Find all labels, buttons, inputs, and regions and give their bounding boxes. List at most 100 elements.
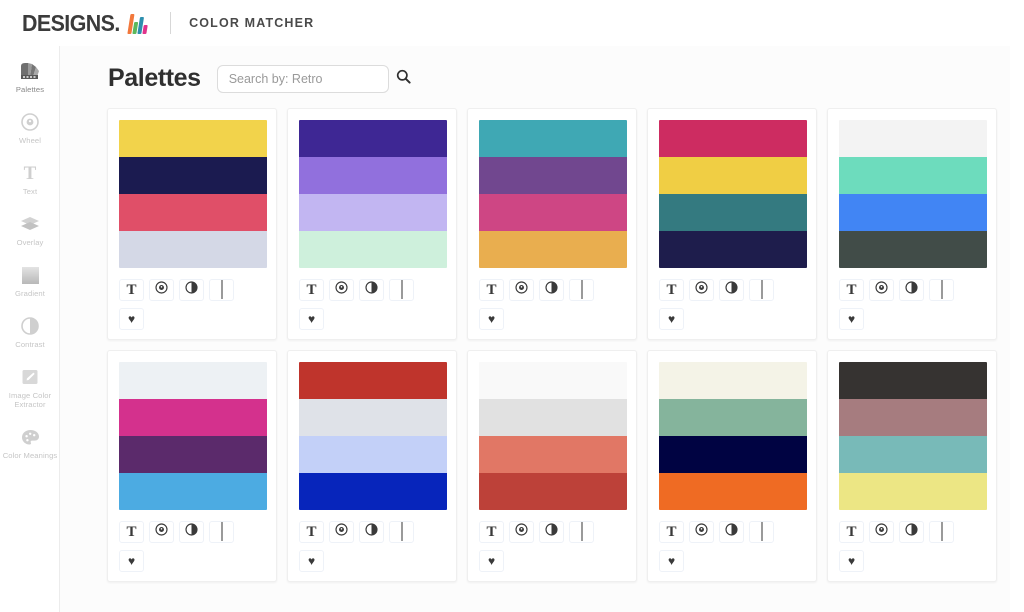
gradient-preview-action[interactable] xyxy=(389,279,414,301)
text-preview-action[interactable]: T xyxy=(119,279,144,301)
search-input[interactable] xyxy=(229,72,390,86)
favorite-button[interactable]: ♥ xyxy=(119,550,144,572)
wheel-preview-action[interactable] xyxy=(329,279,354,301)
palette-swatch[interactable] xyxy=(119,436,267,473)
palette-swatch[interactable] xyxy=(119,362,267,399)
text-preview-action[interactable]: T xyxy=(839,279,864,301)
gradient-preview-action[interactable] xyxy=(209,521,234,543)
palette-card[interactable]: T♥ xyxy=(827,350,997,582)
palette-swatch[interactable] xyxy=(839,231,987,268)
palette-swatch[interactable] xyxy=(479,194,627,231)
favorite-button[interactable]: ♥ xyxy=(659,308,684,330)
palette-swatch[interactable] xyxy=(659,194,807,231)
palette-swatch[interactable] xyxy=(119,120,267,157)
palette-swatch[interactable] xyxy=(119,231,267,268)
gradient-preview-action[interactable] xyxy=(389,521,414,543)
text-preview-action[interactable]: T xyxy=(299,279,324,301)
text-preview-action[interactable]: T xyxy=(299,521,324,543)
favorite-button[interactable]: ♥ xyxy=(299,308,324,330)
palette-swatch[interactable] xyxy=(839,436,987,473)
palette-swatch[interactable] xyxy=(299,399,447,436)
palette-card[interactable]: T♥ xyxy=(107,350,277,582)
favorite-button[interactable]: ♥ xyxy=(839,550,864,572)
palette-card[interactable]: T♥ xyxy=(467,350,637,582)
text-preview-action[interactable]: T xyxy=(839,521,864,543)
gradient-preview-action[interactable] xyxy=(749,521,774,543)
palette-swatch[interactable] xyxy=(119,473,267,510)
palette-swatch[interactable] xyxy=(479,399,627,436)
palette-swatch[interactable] xyxy=(299,120,447,157)
favorite-button[interactable]: ♥ xyxy=(479,308,504,330)
palette-swatch[interactable] xyxy=(479,120,627,157)
text-preview-action[interactable]: T xyxy=(479,279,504,301)
palette-card[interactable]: T♥ xyxy=(827,108,997,340)
sidebar-item-palettes[interactable]: Palettes xyxy=(0,60,60,94)
sidebar-item-contrast[interactable]: Contrast xyxy=(0,315,60,349)
text-preview-action[interactable]: T xyxy=(659,279,684,301)
gradient-preview-action[interactable] xyxy=(569,279,594,301)
palette-swatch[interactable] xyxy=(659,157,807,194)
wheel-preview-action[interactable] xyxy=(869,279,894,301)
text-preview-action[interactable]: T xyxy=(659,521,684,543)
palette-swatch[interactable] xyxy=(839,362,987,399)
wheel-preview-action[interactable] xyxy=(689,521,714,543)
palette-swatch[interactable] xyxy=(839,194,987,231)
palette-swatch[interactable] xyxy=(839,399,987,436)
contrast-preview-action[interactable] xyxy=(539,279,564,301)
brand-logo[interactable]: DESIGNS. xyxy=(22,10,148,37)
contrast-preview-action[interactable] xyxy=(359,279,384,301)
palette-swatch[interactable] xyxy=(299,194,447,231)
palette-swatch[interactable] xyxy=(479,231,627,268)
wheel-preview-action[interactable] xyxy=(689,279,714,301)
palette-card[interactable]: T♥ xyxy=(107,108,277,340)
palette-swatch[interactable] xyxy=(479,157,627,194)
gradient-preview-action[interactable] xyxy=(929,279,954,301)
sidebar-item-image-color-extractor[interactable]: Image Color Extractor xyxy=(0,366,60,409)
palette-swatch[interactable] xyxy=(659,436,807,473)
wheel-preview-action[interactable] xyxy=(329,521,354,543)
contrast-preview-action[interactable] xyxy=(899,279,924,301)
sidebar-item-text[interactable]: T Text xyxy=(0,162,60,196)
palette-card[interactable]: T♥ xyxy=(647,108,817,340)
contrast-preview-action[interactable] xyxy=(539,521,564,543)
contrast-preview-action[interactable] xyxy=(719,521,744,543)
sidebar-item-overlay[interactable]: Overlay xyxy=(0,213,60,247)
palette-swatch[interactable] xyxy=(119,194,267,231)
palette-swatch[interactable] xyxy=(839,473,987,510)
contrast-preview-action[interactable] xyxy=(179,279,204,301)
palette-swatch[interactable] xyxy=(299,157,447,194)
gradient-preview-action[interactable] xyxy=(569,521,594,543)
wheel-preview-action[interactable] xyxy=(149,521,174,543)
palette-card[interactable]: T♥ xyxy=(467,108,637,340)
wheel-preview-action[interactable] xyxy=(509,279,534,301)
palette-swatch[interactable] xyxy=(479,473,627,510)
sidebar-item-wheel[interactable]: Wheel xyxy=(0,111,60,145)
gradient-preview-action[interactable] xyxy=(929,521,954,543)
palette-swatch[interactable] xyxy=(299,362,447,399)
palette-swatch[interactable] xyxy=(479,436,627,473)
palette-swatch[interactable] xyxy=(839,157,987,194)
sidebar-item-gradient[interactable]: Gradient xyxy=(0,264,60,298)
text-preview-action[interactable]: T xyxy=(119,521,144,543)
palette-swatch[interactable] xyxy=(659,231,807,268)
palette-swatch[interactable] xyxy=(119,157,267,194)
palette-swatch[interactable] xyxy=(299,436,447,473)
contrast-preview-action[interactable] xyxy=(899,521,924,543)
contrast-preview-action[interactable] xyxy=(719,279,744,301)
palette-swatch[interactable] xyxy=(659,399,807,436)
favorite-button[interactable]: ♥ xyxy=(839,308,864,330)
palette-swatch[interactable] xyxy=(299,473,447,510)
palette-card[interactable]: T♥ xyxy=(647,350,817,582)
gradient-preview-action[interactable] xyxy=(749,279,774,301)
palette-swatch[interactable] xyxy=(479,362,627,399)
search-icon[interactable] xyxy=(396,69,411,89)
palette-card[interactable]: T♥ xyxy=(287,350,457,582)
palette-swatch[interactable] xyxy=(659,473,807,510)
palette-swatch[interactable] xyxy=(659,362,807,399)
palette-swatch[interactable] xyxy=(299,231,447,268)
search-box[interactable] xyxy=(217,65,389,93)
palette-swatch[interactable] xyxy=(659,120,807,157)
text-preview-action[interactable]: T xyxy=(479,521,504,543)
favorite-button[interactable]: ♥ xyxy=(119,308,144,330)
wheel-preview-action[interactable] xyxy=(149,279,174,301)
